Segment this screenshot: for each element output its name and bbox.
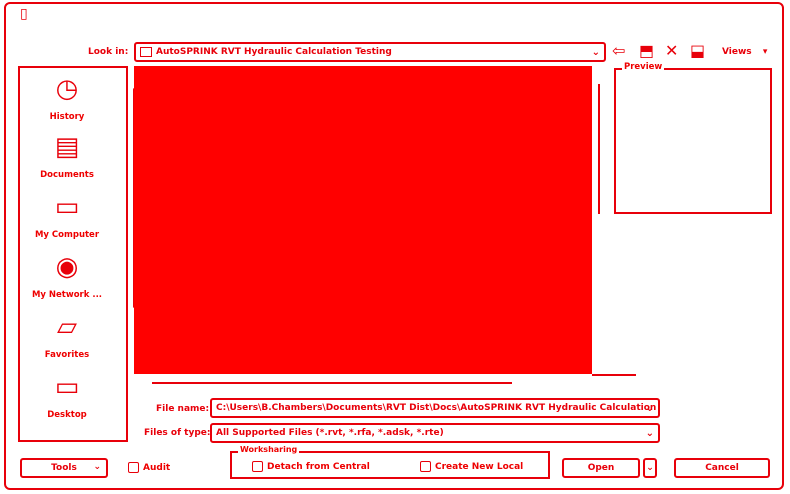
computer-icon: ▭ — [54, 192, 80, 222]
chevron-down-icon: ⌄ — [645, 403, 654, 414]
worksharing-label: Worksharing — [238, 445, 300, 454]
detach-label: Detach from Central — [267, 461, 370, 472]
worksharing-group: Worksharing Detach from Central Create N… — [230, 445, 550, 479]
up-folder-icon[interactable]: ⬒ — [639, 42, 654, 60]
open-button[interactable]: Open — [562, 458, 640, 478]
place-history[interactable]: ◷ History — [20, 74, 114, 122]
chevron-down-icon: ▾ — [762, 47, 768, 57]
views-button[interactable]: Views ▾ — [722, 47, 767, 57]
cancel-button[interactable]: Cancel — [674, 458, 770, 478]
tools-button[interactable]: Tools ⌄ — [20, 458, 108, 478]
preview-label: Preview — [622, 62, 665, 72]
place-label: History — [49, 112, 85, 122]
divider — [592, 374, 636, 376]
place-favorites[interactable]: ▱ Favorites — [20, 312, 114, 360]
file-type-label: Files of type: — [144, 428, 211, 438]
new-folder-icon[interactable]: ⬓ — [690, 42, 705, 60]
create-new-local-checkbox[interactable]: Create New Local — [420, 461, 523, 472]
place-label: Documents — [40, 170, 94, 180]
checkbox-box — [252, 461, 263, 472]
back-arrow-icon[interactable]: ⇦ — [612, 42, 625, 60]
documents-icon: ▤ — [54, 132, 80, 162]
chevron-down-icon: ⌄ — [591, 47, 600, 58]
folder-icon — [140, 47, 152, 57]
look-in-value: AutoSPRINK RVT Hydraulic Calculation Tes… — [156, 47, 392, 57]
close-icon[interactable]: ✕ — [665, 42, 678, 60]
file-list[interactable] — [134, 66, 592, 374]
network-icon: ◉ — [55, 252, 79, 282]
file-name-input[interactable]: C:\Users\B.Chambers\Documents\RVT Dist\D… — [210, 398, 660, 418]
file-list-hscroll[interactable] — [152, 382, 512, 384]
desktop-icon: ▭ — [54, 372, 80, 402]
detach-from-central-checkbox[interactable]: Detach from Central — [252, 461, 370, 472]
file-list-vscroll[interactable] — [598, 84, 600, 214]
look-in-combo[interactable]: AutoSPRINK RVT Hydraulic Calculation Tes… — [134, 42, 606, 62]
look-in-label: Look in: — [88, 47, 129, 57]
folder-icon: ▱ — [57, 312, 77, 342]
chevron-down-icon: ⌄ — [646, 463, 654, 473]
place-my-computer[interactable]: ▭ My Computer — [20, 192, 114, 240]
app-icon: ▯ — [20, 6, 28, 22]
place-my-network[interactable]: ◉ My Network ... — [20, 252, 114, 300]
place-label: Desktop — [47, 410, 87, 420]
preview-pane: Preview — [614, 62, 772, 214]
file-name-value: C:\Users\B.Chambers\Documents\RVT Dist\D… — [216, 403, 657, 413]
place-desktop[interactable]: ▭ Desktop — [20, 372, 114, 420]
place-label: My Network ... — [31, 290, 103, 300]
file-type-select[interactable]: All Supported Files (*.rvt, *.rfa, *.ads… — [210, 423, 660, 443]
audit-checkbox[interactable]: Audit — [128, 462, 170, 473]
place-label: Favorites — [44, 350, 90, 360]
checkbox-box — [128, 462, 139, 473]
chevron-down-icon: ⌄ — [645, 428, 654, 439]
open-options-button[interactable]: ⌄ — [643, 458, 657, 478]
chevron-down-icon: ⌄ — [93, 462, 101, 472]
audit-label: Audit — [143, 462, 171, 473]
place-label: My Computer — [34, 230, 100, 240]
checkbox-box — [420, 461, 431, 472]
places-sidebar: ◷ History ▤ Documents ▭ My Computer ◉ My… — [18, 66, 136, 442]
create-local-label: Create New Local — [435, 461, 524, 472]
file-type-value: All Supported Files (*.rvt, *.rfa, *.ads… — [216, 428, 444, 438]
history-icon: ◷ — [55, 74, 79, 104]
place-documents[interactable]: ▤ Documents — [20, 132, 114, 180]
file-name-label: File name: — [156, 404, 210, 414]
